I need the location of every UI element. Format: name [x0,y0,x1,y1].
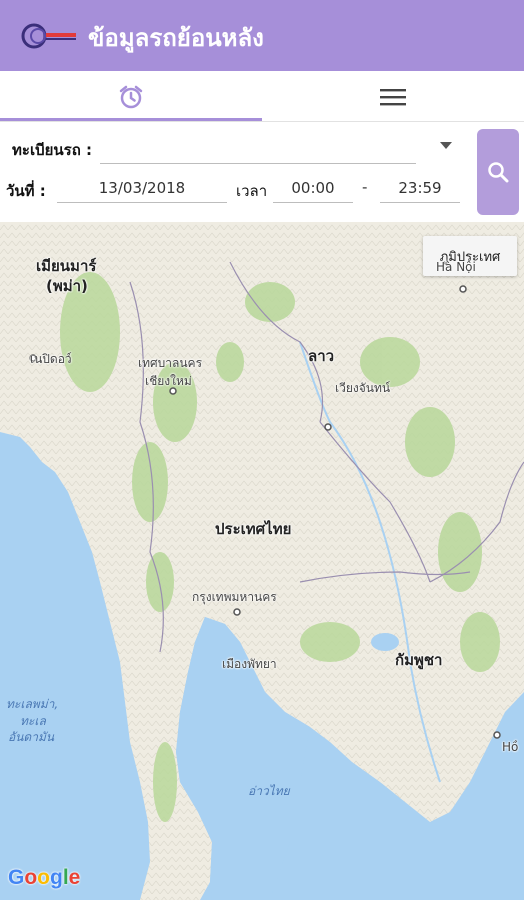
map-label-chiangmai-1: เทศบาลนคร [138,356,203,370]
tab-history[interactable] [0,71,262,122]
map-label-pattaya: เมืองพัทยา [222,657,277,671]
search-button[interactable] [477,129,519,215]
alarm-clock-icon [119,85,143,108]
filter-form: ทะเบียนรถ : วันที่ : 13/03/2018 เวลา 00:… [0,122,524,222]
start-time-field[interactable]: 00:00 [273,173,353,203]
dropdown-arrow-icon[interactable] [440,142,452,149]
map-label-myanmar-sub: (พม่า) [46,277,88,295]
map-label-hanoi: Hà Nội [436,260,476,274]
selected-tab-indicator [0,118,262,121]
map-label-hcm: Hồ [502,740,519,754]
time-label: เวลา [236,182,268,200]
tab-menu[interactable] [262,71,524,122]
map-label-cambodia: กัมพูชา [395,651,443,669]
time-separator: - [362,178,368,196]
plate-select[interactable] [100,134,416,164]
app-bar: ข้อมูลรถย้อนหลัง [0,0,524,71]
map-label-naypyidaw: เนปิดอว์ [30,352,72,366]
plate-label: ทะเบียนรถ : [12,141,92,159]
hamburger-menu-icon [380,88,406,105]
tab-bar [0,71,524,122]
company-logo [21,23,76,49]
end-time-field[interactable]: 23:59 [380,173,460,203]
google-attribution-logo: Google [8,866,81,889]
map-label-thailand: ประเทศไทย [215,520,292,538]
map-label-laos: ลาว [308,347,335,365]
map-label-bangkok: กรุงเทพมหานคร [192,590,277,604]
map-label-gulf: อ่าวไทย [248,784,290,798]
date-label: วันที่ : [6,182,46,200]
map-label-vientiane: เวียงจันทน์ [335,381,391,395]
search-icon [488,162,509,183]
map-label-andaman-3: อันดามัน [8,730,55,744]
map-label-chiangmai-2: เชียงใหม่ [145,374,192,388]
date-field[interactable]: 13/03/2018 [57,173,227,203]
page-title: ข้อมูลรถย้อนหลัง [88,24,264,52]
map-view[interactable]: ภูมิประเทศ เมียนมาร์ (พม่า) Hà Nội เนปิด… [0,222,524,900]
